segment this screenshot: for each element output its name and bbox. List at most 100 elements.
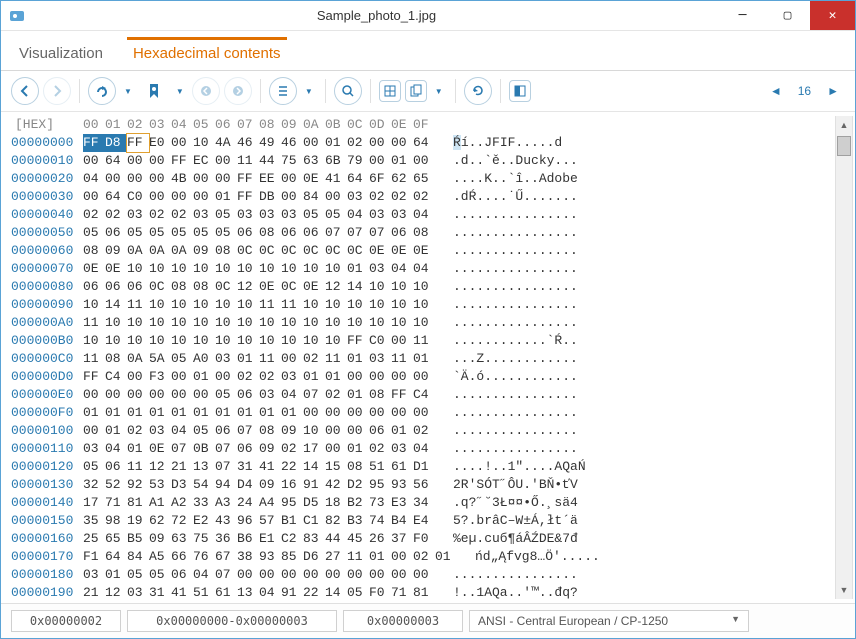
hex-byte[interactable]: C0 xyxy=(127,188,149,206)
hex-byte[interactable]: 34 xyxy=(413,494,435,512)
hex-byte[interactable]: 75 xyxy=(281,152,303,170)
hex-row[interactable]: 000000800606060C08080C120E0C0E1214101010… xyxy=(11,278,835,296)
hex-byte[interactable]: 00 xyxy=(83,188,105,206)
hex-bytes[interactable]: FFC400F3000100020203010100000000 xyxy=(83,368,435,386)
hex-byte[interactable]: 07 xyxy=(215,440,237,458)
list-dropdown[interactable]: ▼ xyxy=(301,87,317,96)
hex-row[interactable]: 0000001000640000FFEC00114475636B79000100… xyxy=(11,152,835,170)
hex-byte[interactable]: 37 xyxy=(391,530,413,548)
hex-byte[interactable]: 62 xyxy=(149,512,171,530)
hex-byte[interactable]: 05 xyxy=(127,566,149,584)
hex-byte[interactable]: 64 xyxy=(105,152,127,170)
hex-byte[interactable]: 25 xyxy=(83,530,105,548)
hex-byte[interactable]: D1 xyxy=(413,458,435,476)
hex-byte[interactable]: 00 xyxy=(303,566,325,584)
hex-ascii[interactable]: ................ xyxy=(453,422,578,440)
hex-ascii[interactable]: ................ xyxy=(453,566,578,584)
hex-byte[interactable]: F0 xyxy=(369,584,391,599)
hex-byte[interactable]: 10 xyxy=(127,260,149,278)
hex-byte[interactable]: 06 xyxy=(237,386,259,404)
hex-byte[interactable]: 01 xyxy=(127,440,149,458)
hex-byte[interactable]: 0C xyxy=(149,278,171,296)
hex-byte[interactable]: 00 xyxy=(347,404,369,422)
hex-byte[interactable]: 56 xyxy=(413,476,435,494)
hex-byte[interactable]: 03 xyxy=(259,206,281,224)
hex-row[interactable]: 0000005005060505050505060806060707070608… xyxy=(11,224,835,242)
hex-byte[interactable]: 19 xyxy=(127,512,149,530)
hex-ascii[interactable]: ................ xyxy=(453,224,578,242)
hex-byte[interactable]: 04 xyxy=(83,170,105,188)
hex-byte[interactable]: 02 xyxy=(413,548,435,566)
hex-byte[interactable]: 57 xyxy=(259,512,281,530)
hex-byte[interactable]: 10 xyxy=(391,278,413,296)
hex-bytes[interactable]: 2565B509637536B6E1C28344452637F0 xyxy=(83,530,435,548)
hex-byte[interactable]: C1 xyxy=(303,512,325,530)
hex-byte[interactable]: DB xyxy=(259,188,281,206)
hex-row[interactable]: 000001100304010E070B07060902170001020304… xyxy=(11,440,835,458)
hex-bytes[interactable]: 11080A5A05A003011100021101031101 xyxy=(83,350,435,368)
hex-row[interactable]: 0000006008090A0A0A09080C0C0C0C0C0C0E0E0E… xyxy=(11,242,835,260)
hex-byte[interactable]: 10 xyxy=(171,314,193,332)
hex-byte[interactable]: 00 xyxy=(325,440,347,458)
hex-byte[interactable]: D6 xyxy=(303,548,325,566)
hex-ascii[interactable]: .dŔ....˙Ű....... xyxy=(453,188,578,206)
hex-byte[interactable]: 01 xyxy=(105,566,127,584)
hex-byte[interactable]: 63 xyxy=(303,152,325,170)
hex-byte[interactable]: 65 xyxy=(105,530,127,548)
hex-byte[interactable]: FF xyxy=(237,188,259,206)
hex-byte[interactable]: 06 xyxy=(171,566,193,584)
hex-byte[interactable]: 84 xyxy=(303,188,325,206)
hex-byte[interactable]: 41 xyxy=(171,584,193,599)
hex-byte[interactable]: 01 xyxy=(347,350,369,368)
hex-byte[interactable]: 10 xyxy=(193,314,215,332)
hex-byte[interactable]: 00 xyxy=(149,386,171,404)
hex-byte[interactable]: 72 xyxy=(171,512,193,530)
hex-byte[interactable]: 11 xyxy=(325,350,347,368)
hex-byte[interactable]: 10 xyxy=(259,314,281,332)
hex-byte[interactable]: 10 xyxy=(149,260,171,278)
hex-byte[interactable]: B5 xyxy=(127,530,149,548)
hex-view[interactable]: [HEX]000102030405060708090A0B0C0D0E0F000… xyxy=(11,116,835,599)
hex-byte[interactable]: 05 xyxy=(83,224,105,242)
hex-byte[interactable]: 10 xyxy=(281,314,303,332)
hex-byte[interactable]: 10 xyxy=(237,260,259,278)
hex-byte[interactable]: 02 xyxy=(127,422,149,440)
hex-byte[interactable]: 10 xyxy=(83,332,105,350)
hex-byte[interactable]: 10 xyxy=(259,332,281,350)
hex-byte[interactable]: 01 xyxy=(435,548,457,566)
hex-byte[interactable]: 00 xyxy=(391,404,413,422)
hex-byte[interactable]: 04 xyxy=(281,386,303,404)
hex-byte[interactable]: 06 xyxy=(127,278,149,296)
hex-row[interactable]: 0000013032529253D35494D409169142D2959356… xyxy=(11,476,835,494)
hex-bytes[interactable]: 32529253D35494D409169142D2959356 xyxy=(83,476,435,494)
hex-byte[interactable]: 00 xyxy=(347,566,369,584)
hex-byte[interactable]: 00 xyxy=(325,188,347,206)
hex-byte[interactable]: E4 xyxy=(413,512,435,530)
hex-byte[interactable]: 00 xyxy=(303,404,325,422)
hex-byte[interactable]: 00 xyxy=(193,170,215,188)
forward-button[interactable] xyxy=(43,77,71,105)
hex-byte[interactable]: 10 xyxy=(193,332,215,350)
hex-byte[interactable]: 10 xyxy=(171,332,193,350)
tab-visualization[interactable]: Visualization xyxy=(13,37,109,70)
hex-byte[interactable]: 01 xyxy=(149,404,171,422)
hex-byte[interactable]: 85 xyxy=(281,548,303,566)
hex-byte[interactable]: 03 xyxy=(149,422,171,440)
hex-byte[interactable]: 03 xyxy=(259,386,281,404)
hex-byte[interactable]: 10 xyxy=(215,296,237,314)
hex-bytes[interactable]: 10141110101010101111101010101010 xyxy=(83,296,435,314)
hex-byte[interactable]: 0A xyxy=(127,242,149,260)
hex-byte[interactable]: 38 xyxy=(237,548,259,566)
hex-byte[interactable]: 21 xyxy=(171,458,193,476)
hex-row[interactable]: 00000170F16484A5667667389385D62711010002… xyxy=(11,548,835,566)
hex-byte[interactable]: 03 xyxy=(127,206,149,224)
hex-ascii[interactable]: ....!..1"....AQaŃ xyxy=(453,458,586,476)
hex-byte[interactable]: 02 xyxy=(281,440,303,458)
hex-byte[interactable]: 09 xyxy=(259,476,281,494)
hex-byte[interactable]: 02 xyxy=(325,386,347,404)
hex-byte[interactable]: 10 xyxy=(105,314,127,332)
hex-byte[interactable]: 01 xyxy=(237,350,259,368)
hex-row[interactable]: 0000019021120331415161130491221405F07181… xyxy=(11,584,835,599)
hex-byte[interactable]: 64 xyxy=(105,188,127,206)
hex-byte[interactable]: 14 xyxy=(105,296,127,314)
